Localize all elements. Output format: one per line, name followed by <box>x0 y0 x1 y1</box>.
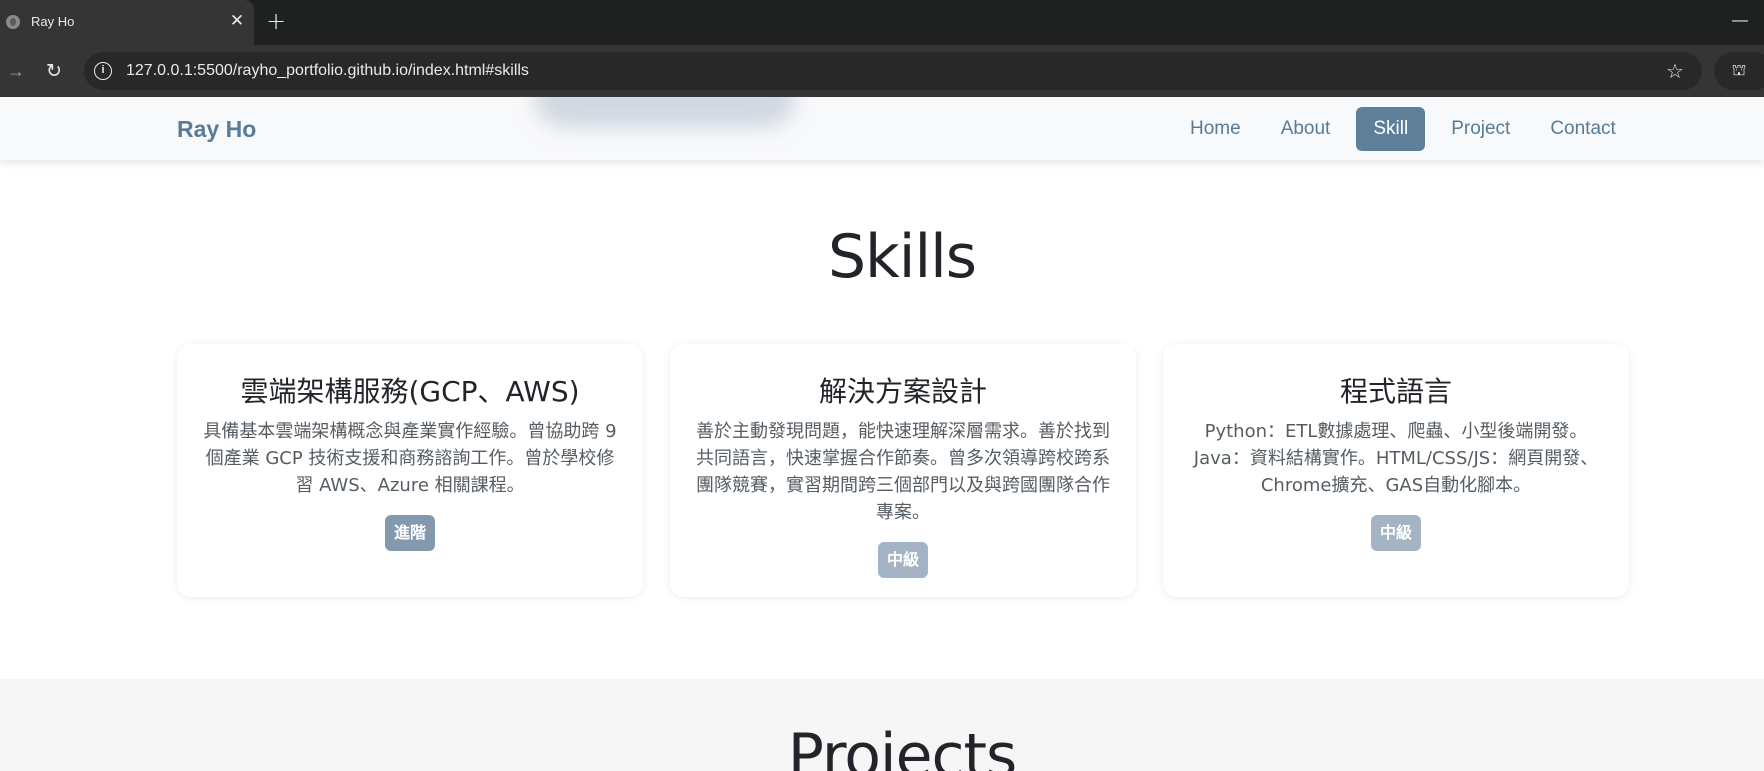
projects-section: Projects <box>0 679 1764 771</box>
nav-link-home[interactable]: Home <box>1170 107 1261 151</box>
forward-arrow-icon[interactable]: → <box>4 59 28 83</box>
brand-logo[interactable]: Ray Ho <box>177 116 256 143</box>
nav-links: Home About Skill Project Contact <box>1170 107 1636 151</box>
minimize-window-icon[interactable]: — <box>1728 10 1752 34</box>
decorative-blur <box>535 97 795 127</box>
skill-card-cloud: 雲端架構服務(GCP、AWS) 具備基本雲端架構概念與產業實作經驗。曾協助跨 9… <box>177 344 643 597</box>
nav-link-project[interactable]: Project <box>1431 107 1530 151</box>
browser-tab[interactable]: Ray Ho ✕ <box>0 0 254 45</box>
page-viewport: Ray Ho Home About Skill Project Contact … <box>0 97 1764 771</box>
profile-button[interactable]: ⛫ <box>1714 52 1764 90</box>
skill-level-badge: 中級 <box>877 542 928 578</box>
skills-heading: Skills <box>827 222 977 292</box>
browser-tab-strip: Ray Ho ✕ + — <box>0 0 1764 45</box>
bookmark-star-icon[interactable]: ☆ <box>1662 58 1688 84</box>
url-text[interactable]: 127.0.0.1:5500/rayho_portfolio.github.io… <box>126 62 529 80</box>
globe-icon <box>6 15 20 29</box>
skill-card-description: 具備基本雲端架構概念與產業實作經驗。曾協助跨 9 個產業 GCP 技術支援和商務… <box>203 421 617 496</box>
skill-card-description: 善於主動發現問題，能快速理解深層需求。善於找到共同語言，快速掌握合作節奏。曾多次… <box>696 421 1110 523</box>
skill-card-title: 解決方案設計 <box>818 375 987 408</box>
address-bar[interactable]: i 127.0.0.1:5500/rayho_portfolio.github.… <box>84 52 1702 90</box>
skill-card-title: 雲端架構服務(GCP、AWS) <box>240 375 580 408</box>
skill-card-description: Python：ETL數據處理、爬蟲、小型後端開發。Java：資料結構實作。HTM… <box>1193 421 1599 496</box>
reload-icon[interactable]: ↻ <box>42 59 66 83</box>
nav-link-contact[interactable]: Contact <box>1530 107 1635 151</box>
incognito-icon: ⛫ <box>1731 62 1747 79</box>
skill-card-title: 程式語言 <box>1339 375 1452 408</box>
new-tab-icon[interactable]: + <box>264 9 288 34</box>
tab-title: Ray Ho <box>31 14 75 29</box>
close-tab-icon[interactable]: ✕ <box>226 10 248 32</box>
site-navbar: Ray Ho Home About Skill Project Contact <box>0 97 1764 160</box>
browser-toolbar: → ↻ i 127.0.0.1:5500/rayho_portfolio.git… <box>0 45 1764 97</box>
skill-level-badge: 中級 <box>1370 515 1421 551</box>
nav-link-about[interactable]: About <box>1261 107 1351 151</box>
skill-card-solution-design: 解決方案設計 善於主動發現問題，能快速理解深層需求。善於找到共同語言，快速掌握合… <box>670 344 1136 597</box>
site-info-icon[interactable]: i <box>94 62 112 80</box>
projects-heading: Projects <box>787 721 1018 771</box>
skill-level-badge: 進階 <box>384 515 435 551</box>
nav-link-skill[interactable]: Skill <box>1356 107 1426 151</box>
skill-card-programming: 程式語言 Python：ETL數據處理、爬蟲、小型後端開發。Java：資料結構實… <box>1163 344 1629 597</box>
